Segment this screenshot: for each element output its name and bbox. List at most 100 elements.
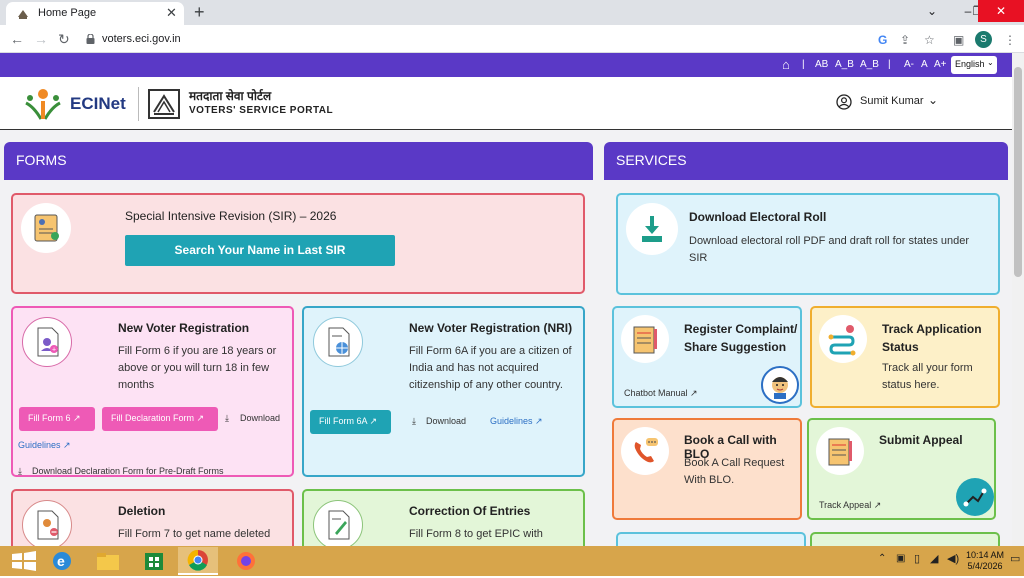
- electoral-roll-card[interactable]: Download Electoral Roll Download elector…: [616, 193, 1000, 295]
- language-select[interactable]: English ⌄: [951, 56, 997, 74]
- profile-avatar[interactable]: S: [975, 31, 992, 48]
- font-decrease-button[interactable]: A-: [904, 59, 914, 70]
- voting-emblem-icon: [148, 89, 180, 119]
- browser-toolbar: ← → ↻ voters.eci.gov.in G ⇪ ☆ ▣ S ⋮: [0, 25, 1024, 53]
- site-header: ECINet मतदाता सेवा पोर्टल VOTERS' SERVIC…: [0, 77, 1012, 130]
- more-menu-icon[interactable]: ⋮: [1004, 33, 1016, 47]
- firefox-icon[interactable]: [228, 549, 264, 573]
- chrome-taskbar-button[interactable]: [178, 547, 218, 575]
- complaint-title: Register Complaint/ Share Suggestion: [684, 322, 798, 354]
- nri-card: New Voter Registration (NRI) Fill Form 6…: [302, 306, 585, 477]
- new-tab-icon[interactable]: +: [194, 2, 205, 23]
- sir-title: Special Intensive Revision (SIR) – 2026: [125, 209, 337, 223]
- browser-tab[interactable]: Home Page ✕: [6, 2, 184, 25]
- back-icon[interactable]: ←: [10, 31, 24, 47]
- bookmark-star-icon[interactable]: ☆: [924, 33, 935, 47]
- windows-taskbar: e ⌃ ▣ ▯ ◢ ◀) 10:14 AM 5/4/2026 ▭: [0, 546, 1024, 576]
- address-bar[interactable]: voters.eci.gov.in: [86, 29, 906, 49]
- windows-start-icon[interactable]: [6, 549, 42, 573]
- file-explorer-icon[interactable]: [90, 549, 126, 573]
- globe-form-icon: [328, 327, 350, 357]
- ecinet-logo-icon[interactable]: [22, 85, 64, 123]
- fill-declaration-button[interactable]: Fill Declaration Form ↗: [102, 407, 218, 431]
- search-sir-button[interactable]: Search Your Name in Last SIR: [125, 235, 395, 266]
- download-icon: ⤓: [412, 416, 416, 426]
- appeal-document-icon: [828, 438, 852, 466]
- chatbot-manual-link[interactable]: Chatbot Manual ↗: [624, 388, 698, 399]
- google-icon[interactable]: G: [878, 33, 887, 47]
- tab-title: Home Page: [38, 7, 97, 19]
- service-card-partial[interactable]: [810, 532, 1000, 546]
- blo-desc: Book A Call Request With BLO.: [684, 457, 785, 486]
- blo-icon-wrap: [621, 427, 669, 475]
- share-icon[interactable]: ⇪: [900, 33, 910, 47]
- appeal-icon-wrap: [816, 427, 864, 475]
- home-icon[interactable]: ⌂: [782, 57, 790, 72]
- scrollbar-thumb[interactable]: [1014, 67, 1022, 277]
- eci-favicon-icon: [18, 10, 28, 19]
- add-user-form-icon: +: [37, 327, 59, 357]
- nri-download-link[interactable]: Download: [426, 416, 466, 426]
- electoral-roll-desc: Download electoral roll PDF and draft ro…: [689, 235, 970, 264]
- network-icon[interactable]: ◢: [930, 552, 938, 565]
- route-tracking-icon: [828, 325, 856, 356]
- tray-expand-icon[interactable]: ⌃: [878, 553, 886, 564]
- separator: |: [888, 59, 891, 70]
- contrast-dark-button[interactable]: A_B: [860, 59, 879, 70]
- forward-icon[interactable]: →: [34, 31, 48, 47]
- track-application-card[interactable]: Track Application Status Track all your …: [810, 306, 1000, 408]
- main-content: FORMS Special Intensive Revision (SIR) –…: [0, 130, 1012, 546]
- complaint-card[interactable]: Register Complaint/ Share Suggestion Cha…: [612, 306, 802, 408]
- track-appeal-link[interactable]: Track Appeal ↗: [819, 500, 881, 511]
- tray-app-icon[interactable]: ▣: [896, 553, 905, 564]
- chevron-down-icon: ⌄: [928, 93, 939, 107]
- window-close-icon[interactable]: ✕: [978, 0, 1024, 22]
- deletion-desc: Fill Form 7 to get name deleted: [118, 528, 271, 540]
- contrast-normal-button[interactable]: AB: [815, 59, 828, 70]
- contrast-high-button[interactable]: A_B: [835, 59, 854, 70]
- volume-icon[interactable]: ◀): [947, 552, 959, 565]
- fill-form-6a-button[interactable]: Fill Form 6A ↗: [310, 410, 391, 434]
- nri-title: New Voter Registration (NRI): [409, 321, 573, 335]
- separator: |: [802, 59, 805, 70]
- deletion-card: Deletion Fill Form 7 to get name deleted: [11, 489, 294, 546]
- new-voter-guidelines-link[interactable]: Guidelines ↗: [18, 440, 71, 451]
- declaration-download-link[interactable]: Download Declaration Form for Pre-Draft …: [32, 466, 224, 476]
- forms-heading: FORMS: [4, 142, 593, 180]
- new-voter-card: + New Voter Registration Fill Form 6 if …: [11, 306, 294, 477]
- complaint-document-icon: [633, 326, 657, 354]
- new-voter-download-link[interactable]: Download: [240, 413, 280, 423]
- notification-icon[interactable]: ▭: [1010, 552, 1020, 565]
- url-text: voters.eci.gov.in: [102, 33, 181, 45]
- tab-close-icon[interactable]: ✕: [166, 5, 177, 21]
- sir-card-icon-wrap: [21, 203, 71, 253]
- service-card-partial[interactable]: [616, 532, 806, 546]
- new-voter-icon-wrap: +: [22, 317, 72, 367]
- form-checklist-icon: [34, 214, 59, 242]
- brand-name[interactable]: ECINet: [70, 94, 126, 114]
- battery-icon[interactable]: ▯: [914, 552, 920, 565]
- services-heading: SERVICES: [604, 142, 1008, 180]
- new-voter-title: New Voter Registration: [118, 321, 250, 335]
- nri-guidelines-link[interactable]: Guidelines ↗: [490, 416, 543, 427]
- store-icon[interactable]: [136, 549, 172, 573]
- tab-search-icon[interactable]: ⌄: [914, 0, 950, 22]
- correction-desc: Fill Form 8 to get EPIC with: [409, 528, 543, 540]
- portal-title-hindi: मतदाता सेवा पोर्टल: [189, 89, 272, 103]
- lock-icon: [86, 34, 95, 44]
- reload-icon[interactable]: ↻: [58, 31, 70, 48]
- svg-text:+: +: [52, 347, 56, 354]
- font-normal-button[interactable]: A: [921, 59, 928, 70]
- page-scrollbar[interactable]: [1012, 53, 1024, 546]
- submit-appeal-card[interactable]: Submit Appeal Track Appeal ↗: [807, 418, 996, 520]
- correction-icon-wrap: [313, 500, 363, 546]
- font-increase-button[interactable]: A+: [934, 59, 947, 70]
- voter-mitra-chatbot-icon[interactable]: [761, 366, 799, 404]
- internet-explorer-icon[interactable]: e: [44, 549, 80, 573]
- chevron-down-icon: ⌄: [987, 58, 994, 67]
- side-panel-icon[interactable]: ▣: [953, 33, 964, 47]
- fill-form-6-button[interactable]: Fill Form 6 ↗: [19, 407, 95, 431]
- chrome-icon: [187, 549, 208, 571]
- system-clock[interactable]: 10:14 AM 5/4/2026: [963, 550, 1007, 572]
- blo-call-card[interactable]: Book a Call with BLO Book A Call Request…: [612, 418, 802, 520]
